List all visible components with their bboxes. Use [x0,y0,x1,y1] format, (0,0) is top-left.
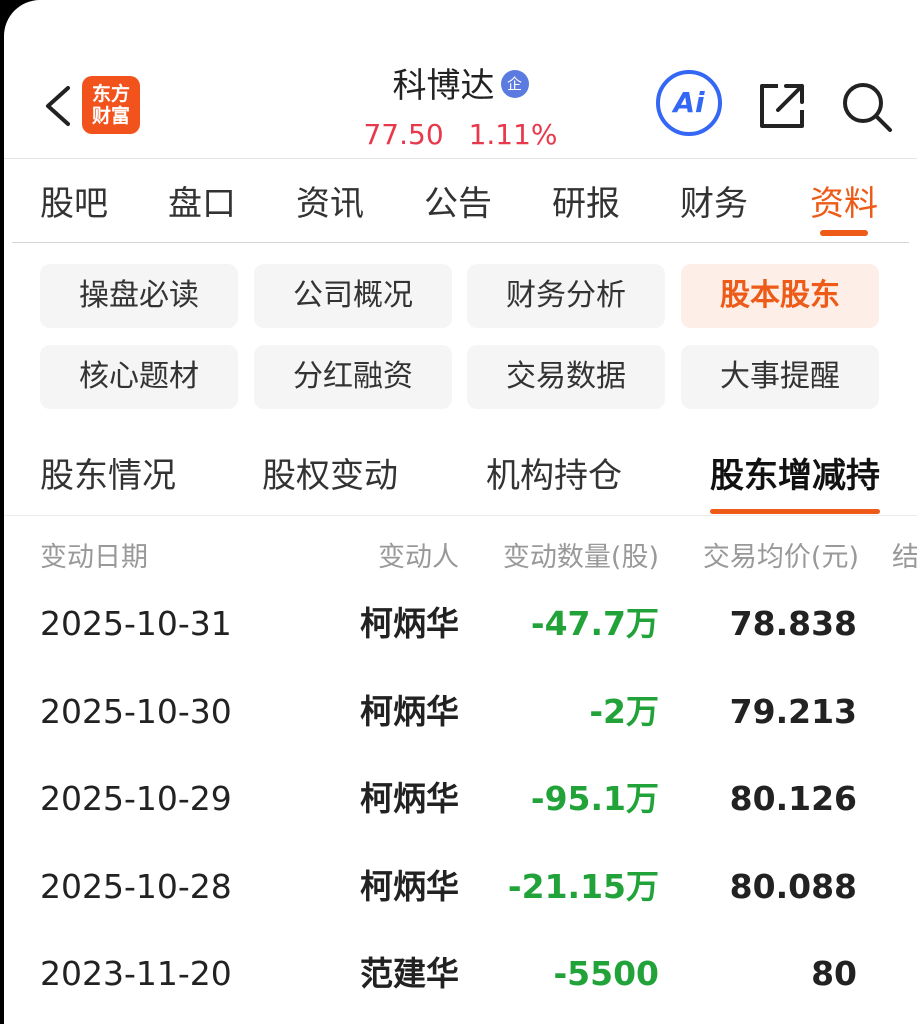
chip-caiwu-fenxi[interactable]: 财务分析 [467,264,665,328]
main-tab-active-indicator [820,230,868,236]
tab-guba[interactable]: 股吧 [40,182,108,226]
subtab-gudong-qingkuang[interactable]: 股东情况 [40,452,176,500]
cell-date: 2025-10-29 [40,779,232,818]
cell-person: 柯炳华 [360,604,459,643]
cell-date: 2023-11-20 [40,954,232,993]
cell-date: 2025-10-31 [40,604,232,643]
col-header-date[interactable]: 变动日期 [40,538,148,578]
main-tabs-divider [12,242,909,243]
tab-gonggao[interactable]: 公告 [424,182,492,226]
table-row[interactable]: 2025-10-29 柯炳华 -95.1万 80.126 [4,755,917,843]
cell-person: 柯炳华 [360,779,459,818]
col-header-qty[interactable]: 变动数量(股) [503,538,659,578]
enterprise-badge-icon: 企 [500,69,529,98]
tab-yanbao[interactable]: 研报 [552,182,620,226]
cell-qty: -95.1万 [530,779,659,818]
cell-qty: -5500 [553,954,659,993]
tab-ziliao[interactable]: 资料 [810,182,878,226]
cell-price: 79.213 [729,692,857,731]
chip-dashi-tixing[interactable]: 大事提醒 [681,345,879,409]
table-row[interactable]: 2025-10-28 柯炳华 -21.15万 80.088 [4,843,917,931]
cell-qty: -2万 [589,692,659,731]
stock-price: 77.50 [363,118,444,151]
table-row[interactable]: 2023-11-20 范建华 -5500 80 [4,930,917,1018]
col-header-person[interactable]: 变动人 [378,538,459,578]
table-row[interactable]: 2025-10-31 柯炳华 -47.7万 78.838 [4,580,917,668]
cell-date: 2025-10-28 [40,867,232,906]
col-header-result-clipped[interactable]: 结 [892,538,917,578]
tab-caiwu[interactable]: 财务 [680,182,748,226]
cell-person: 柯炳华 [360,867,459,906]
chip-hexin-ticai[interactable]: 核心题材 [40,345,238,409]
header-divider [4,158,917,159]
chip-guben-gudong[interactable]: 股本股东 [681,264,879,328]
sub-tab-active-indicator [710,509,880,514]
cell-price: 80.088 [729,867,857,906]
subtab-guquan-biandong[interactable]: 股权变动 [262,452,398,500]
chip-jiaoyi-shuju[interactable]: 交易数据 [467,345,665,409]
chip-fenhong-rongzi[interactable]: 分红融资 [254,345,452,409]
table-row[interactable]: 2025-10-30 柯炳华 -2万 79.213 [4,668,917,756]
share-icon[interactable] [756,80,808,132]
cell-person: 范建华 [360,954,459,993]
cell-price: 80.126 [729,779,857,818]
sub-tabs-divider [4,515,917,516]
cell-date: 2025-10-30 [40,692,232,731]
app-screen: 东方 财富 科博达企 77.50 1.11% Ai 股吧 盘口 资讯 公告 研报… [4,0,917,1024]
ai-assistant-button[interactable]: Ai [656,70,722,136]
search-icon[interactable] [840,80,894,134]
subtab-gudong-zengjianchi[interactable]: 股东增减持 [710,452,880,500]
tab-zixun[interactable]: 资讯 [296,182,364,226]
cell-price: 78.838 [729,604,857,643]
stock-name: 科博达 [392,66,495,106]
tab-pankou[interactable]: 盘口 [168,182,236,226]
cell-qty: -21.15万 [507,867,659,906]
stock-change-pct: 1.11% [468,118,558,151]
chip-gongsi-gaikuang[interactable]: 公司概况 [254,264,452,328]
cell-qty: -47.7万 [530,604,659,643]
cell-person: 柯炳华 [360,692,459,731]
subtab-jigou-chicang[interactable]: 机构持仓 [486,452,622,500]
cell-price: 80 [811,954,857,993]
chip-caopan-bidu[interactable]: 操盘必读 [40,264,238,328]
col-header-price[interactable]: 交易均价(元) [703,538,859,578]
